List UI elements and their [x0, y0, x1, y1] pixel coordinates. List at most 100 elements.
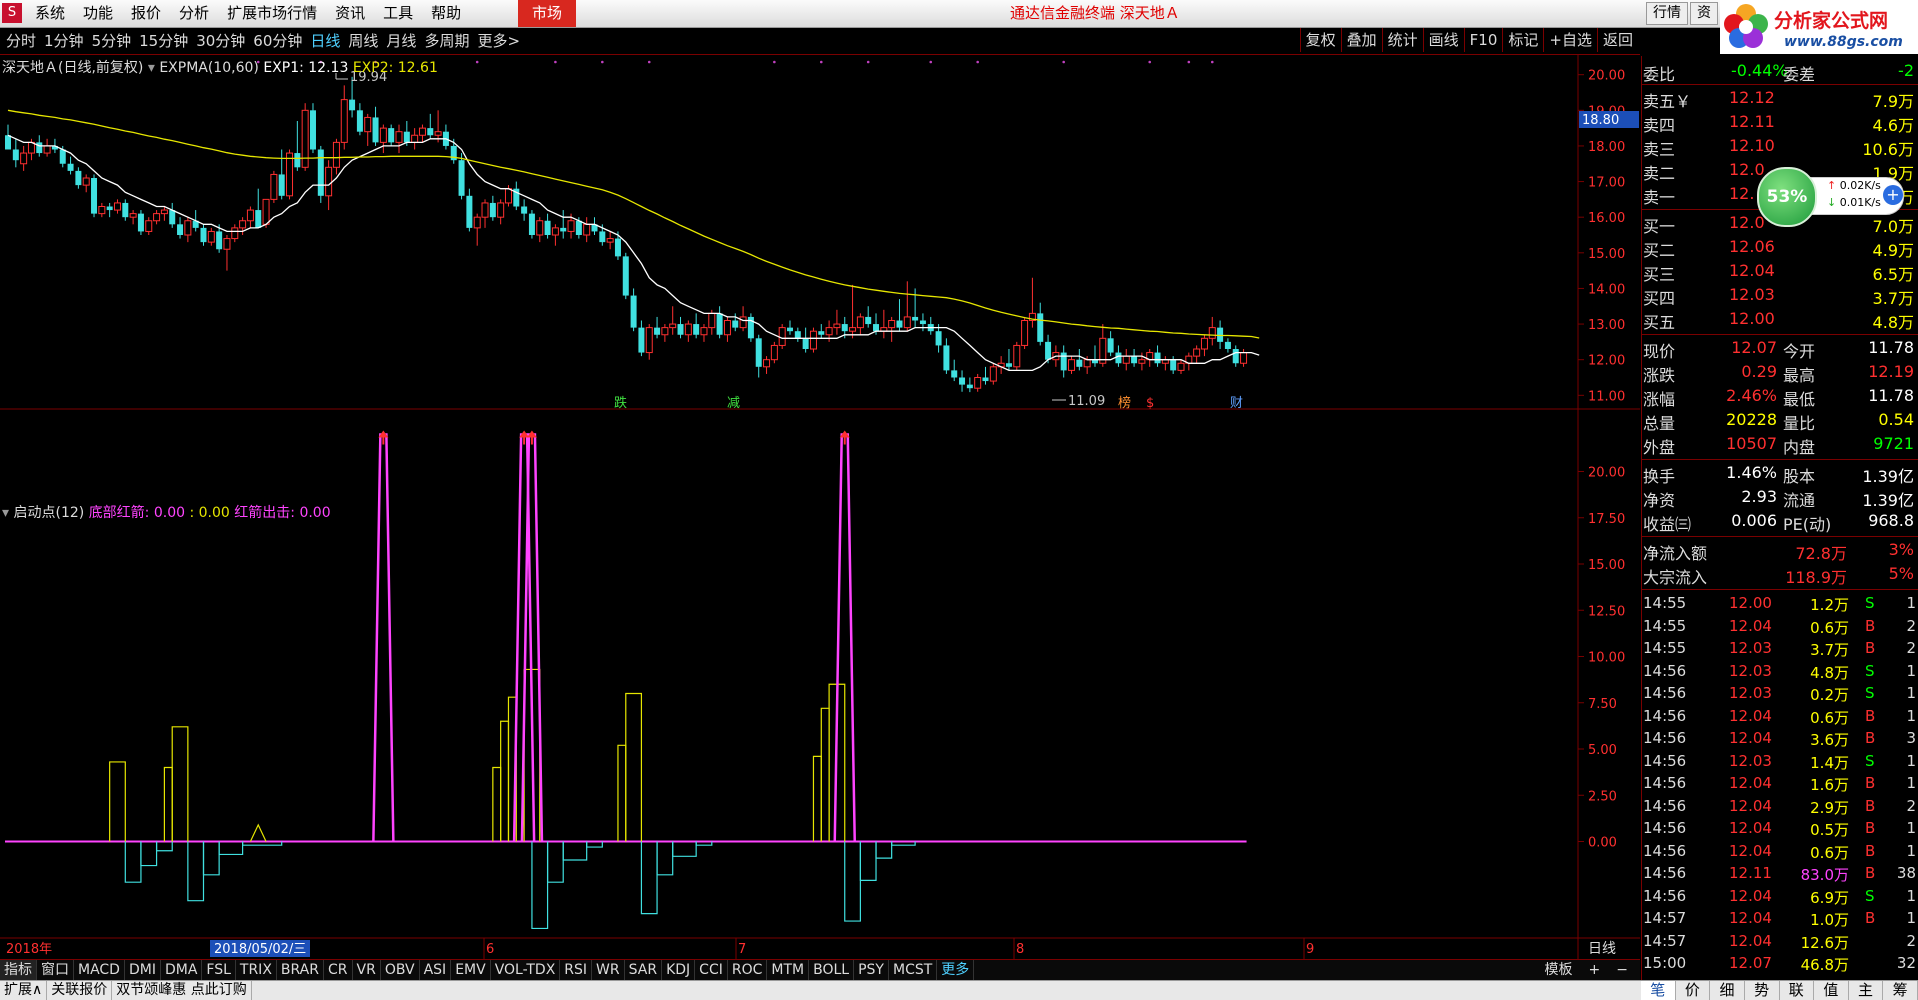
event-marker-rank[interactable]: 榜 [1118, 395, 1131, 411]
bottom-tab-4[interactable]: 联 [1780, 981, 1815, 1000]
candle-body-down[interactable] [677, 324, 684, 335]
weibi-row[interactable]: 委比 -0.44% 委差 -2 [1641, 61, 1918, 84]
candle-body-up[interactable] [1021, 320, 1029, 346]
candle-body-down[interactable] [294, 153, 301, 168]
tick-row[interactable]: 14:56 12.04 2.9万 B 2 [1641, 797, 1918, 819]
right-tab-quote[interactable]: 行情 [1646, 2, 1688, 25]
candle-body-down[interactable] [638, 327, 645, 353]
candle-body-up[interactable] [113, 202, 121, 211]
candle-body-down[interactable] [943, 345, 950, 371]
candle-body-down[interactable] [200, 227, 207, 243]
period-tab-0[interactable]: 分时 [2, 28, 40, 54]
tick-row[interactable]: 14:55 12.03 3.7万 B 2 [1641, 639, 1918, 661]
candle-body-up[interactable] [246, 209, 254, 222]
template-button[interactable]: 模板 [1537, 960, 1581, 980]
candle-body-up[interactable] [849, 327, 857, 332]
candle-body-up[interactable] [536, 220, 544, 236]
candle-body-up[interactable] [1138, 359, 1146, 364]
candle-body-down[interactable] [388, 128, 395, 143]
candle-body-down[interactable] [36, 142, 43, 154]
chart-tool-5[interactable]: 标记 [1502, 28, 1543, 52]
candle-body-up[interactable] [434, 131, 442, 136]
candle-body-down[interactable] [106, 206, 113, 211]
candle-body-down[interactable] [966, 384, 973, 389]
candle-body-up[interactable] [708, 312, 716, 329]
candle-body-down[interactable] [278, 174, 285, 196]
indicator-tab-22[interactable]: PSY [854, 960, 889, 980]
tick-row[interactable]: 14:56 12.03 0.2万 S 1 [1641, 684, 1918, 706]
candle-body-up[interactable] [145, 220, 153, 232]
candle-body-down[interactable] [59, 149, 66, 164]
stat-row-2[interactable]: 涨幅 2.46% 最低 11.78 [1641, 386, 1918, 409]
period-tab-9[interactable]: 多周期 [420, 28, 473, 54]
menu-item-news[interactable]: 资讯 [326, 0, 374, 27]
period-tab-2[interactable]: 5分钟 [88, 28, 136, 54]
candle-body-up[interactable] [184, 220, 192, 236]
indicator-tab-11[interactable]: ASI [420, 960, 452, 980]
candle-body-down[interactable] [372, 117, 379, 143]
indicator-tab-2[interactable]: MACD [74, 960, 125, 980]
candle-body-up[interactable] [20, 152, 28, 165]
candle-body-down[interactable] [818, 331, 825, 335]
candle-body-up[interactable] [825, 327, 833, 336]
status-expand-button[interactable]: 扩展∧ [0, 981, 48, 1000]
candle-body-up[interactable] [364, 116, 372, 133]
tick-row[interactable]: 14:56 12.04 6.9万 S 1 [1641, 887, 1918, 909]
candle-body-up[interactable] [989, 366, 997, 382]
candle-body-down[interactable] [317, 149, 324, 196]
candle-body-up[interactable] [1083, 359, 1091, 368]
candle-body-up[interactable] [778, 327, 786, 346]
menu-item-help[interactable]: 帮助 [422, 0, 470, 27]
candle-body-down[interactable] [1045, 341, 1052, 360]
candle-body-up[interactable] [1013, 344, 1021, 368]
candle-body-up[interactable] [888, 320, 896, 329]
indicator-tab-4[interactable]: DMA [161, 960, 203, 980]
candle-body-down[interactable] [732, 320, 739, 328]
candle-body-up[interactable] [418, 127, 426, 136]
candle-body-up[interactable] [153, 213, 161, 222]
candle-body-down[interactable] [802, 338, 809, 349]
bottom-tab-6[interactable]: 主 [1849, 981, 1884, 1000]
candle-body-up[interactable] [856, 316, 864, 329]
candle-body-down[interactable] [716, 313, 723, 335]
candle-body-up[interactable] [98, 206, 106, 215]
candle-body-down[interactable] [622, 256, 629, 296]
candle-body-down[interactable] [896, 320, 903, 328]
indicator-tab-21[interactable]: BOLL [809, 960, 855, 980]
chart-tool-3[interactable]: 画线 [1422, 28, 1464, 52]
period-tab-1[interactable]: 1分钟 [40, 28, 88, 54]
candle-body-up[interactable] [700, 327, 708, 336]
indicator-tab-0[interactable]: 指标 [0, 960, 37, 980]
legend-dropdown-icon[interactable]: ▾ [148, 60, 155, 76]
candle-body-up[interactable] [1200, 337, 1208, 350]
candle-body-down[interactable] [919, 320, 926, 325]
candle-body-down[interactable] [865, 316, 872, 325]
bottom-tab-1[interactable]: 价 [1676, 981, 1711, 1000]
candle-body-down[interactable] [255, 210, 262, 228]
candle-body-up[interactable] [325, 166, 333, 197]
period-tab-7[interactable]: 周线 [344, 28, 382, 54]
tick-row[interactable]: 14:57 12.04 12.6万 2 [1641, 932, 1918, 954]
candle-body-down[interactable] [137, 213, 144, 232]
candle-body-down[interactable] [1076, 359, 1083, 367]
candle-body-up[interactable] [340, 99, 348, 143]
indicator-tab-1[interactable]: 窗口 [37, 960, 74, 980]
stat2-row-2[interactable]: 收益㈢ 0.006 PE(动) 968.8 [1641, 511, 1918, 534]
candle-body-up[interactable] [809, 330, 817, 350]
candle-body-up[interactable] [1177, 362, 1185, 371]
candle-body-down[interactable] [403, 131, 410, 143]
candle-body-up[interactable] [684, 323, 692, 336]
candle-body-up[interactable] [1068, 359, 1076, 371]
candle-body-down[interactable] [614, 238, 621, 257]
candle-body-down[interactable] [466, 195, 473, 228]
candle-body-up[interactable] [723, 320, 731, 336]
candle-body-up[interactable] [770, 344, 778, 361]
bottom-tab-2[interactable]: 细 [1710, 981, 1745, 1000]
candle-body-down[interactable] [630, 295, 637, 328]
candle-body-down[interactable] [951, 370, 958, 378]
indicator-tab-16[interactable]: SAR [625, 960, 663, 980]
candle-body-down[interactable] [575, 220, 582, 235]
indicator-tab-15[interactable]: WR [592, 960, 625, 980]
candle-body-down[interactable] [1005, 363, 1012, 367]
indicator-tab-20[interactable]: MTM [767, 960, 810, 980]
